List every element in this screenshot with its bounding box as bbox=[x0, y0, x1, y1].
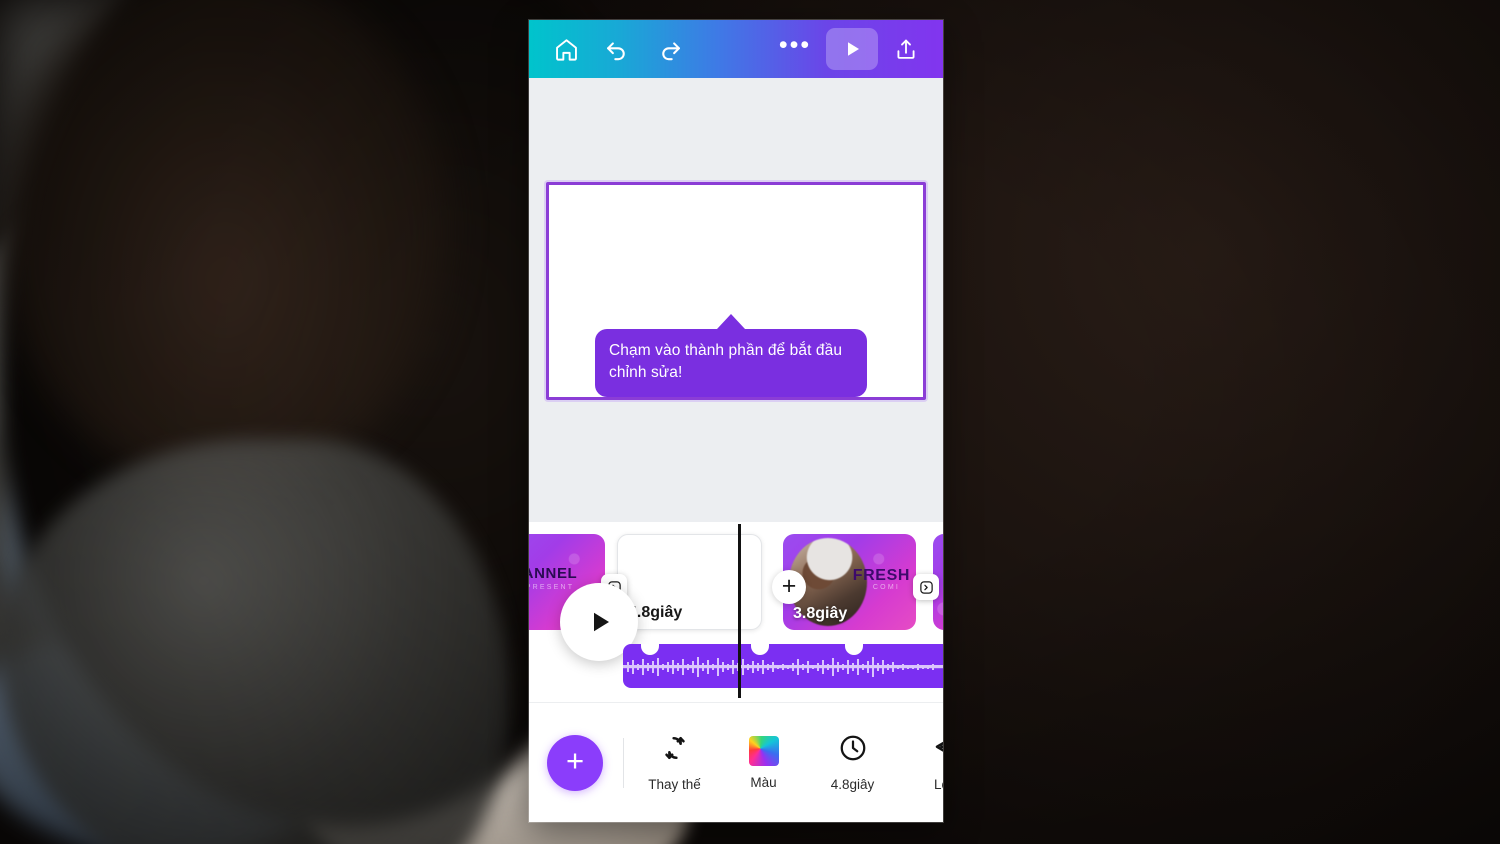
redo-icon[interactable] bbox=[643, 35, 697, 64]
tool-color[interactable]: Màu bbox=[719, 735, 808, 790]
clock-duration-icon bbox=[838, 733, 868, 768]
add-element-button[interactable]: + bbox=[547, 734, 603, 791]
tool-label: Thay thế bbox=[648, 777, 701, 792]
tooltip-arrow-up bbox=[717, 314, 745, 329]
audio-notch bbox=[641, 644, 659, 655]
tool-label: 4.8giây bbox=[830, 777, 875, 792]
clip-thumb-subtitle: COMI bbox=[872, 583, 900, 591]
audio-waveform-track[interactable] bbox=[623, 644, 943, 688]
more-horizontal-icon[interactable]: ••• bbox=[769, 32, 821, 59]
filter-icon bbox=[927, 733, 943, 768]
tool-label: Lọ bbox=[933, 777, 943, 792]
color-swatch-icon bbox=[748, 735, 779, 766]
canvas-stage[interactable]: Chạm vào thành phần để bắt đầu chỉnh sửa… bbox=[529, 78, 943, 522]
toolbar-divider bbox=[623, 737, 624, 788]
undo-icon[interactable] bbox=[589, 35, 643, 64]
tool-replace[interactable]: Thay thế bbox=[630, 733, 719, 792]
audio-notch bbox=[845, 644, 863, 655]
editor-toolbar: ••• bbox=[529, 20, 943, 78]
tool-list: Thay thế Màu 4.8giây L bbox=[630, 733, 943, 792]
waveform-graphic bbox=[623, 657, 943, 677]
clip-thumb-title: ANNEL bbox=[529, 564, 578, 582]
onboarding-tooltip[interactable]: Chạm vào thành phần để bắt đầu chỉnh sửa… bbox=[595, 314, 867, 397]
tool-duration[interactable]: 4.8giây bbox=[808, 733, 897, 792]
share-upload-icon[interactable] bbox=[883, 36, 929, 62]
timeline[interactable]: ANNEL PRESENT ây 4.8giây FRESH COMI 3.8g… bbox=[529, 522, 943, 702]
playhead-line[interactable] bbox=[738, 524, 741, 698]
clip-strip[interactable]: ANNEL PRESENT ây 4.8giây FRESH COMI 3.8g… bbox=[529, 534, 943, 661]
tool-filter[interactable]: Lọ bbox=[897, 733, 943, 792]
add-clip-button[interactable]: + bbox=[772, 570, 806, 604]
home-icon[interactable] bbox=[543, 36, 589, 63]
tooltip-text: Chạm vào thành phần để bắt đầu chỉnh sửa… bbox=[595, 329, 867, 397]
clip-thumb-title: FRESH bbox=[852, 566, 910, 584]
preview-play-button[interactable] bbox=[826, 28, 878, 70]
audio-notch bbox=[751, 644, 769, 655]
tool-label: Màu bbox=[750, 774, 777, 790]
transition-icon[interactable] bbox=[913, 574, 939, 600]
clip-duration-label: 3.8giây bbox=[793, 605, 848, 622]
phone-screen-overlay: ••• Chạm vào thành phần để bắt đầu chỉnh… bbox=[529, 20, 943, 822]
bottom-toolbar: + Thay thế Màu 4.8giây L bbox=[529, 702, 943, 822]
replace-swap-icon bbox=[660, 733, 690, 768]
